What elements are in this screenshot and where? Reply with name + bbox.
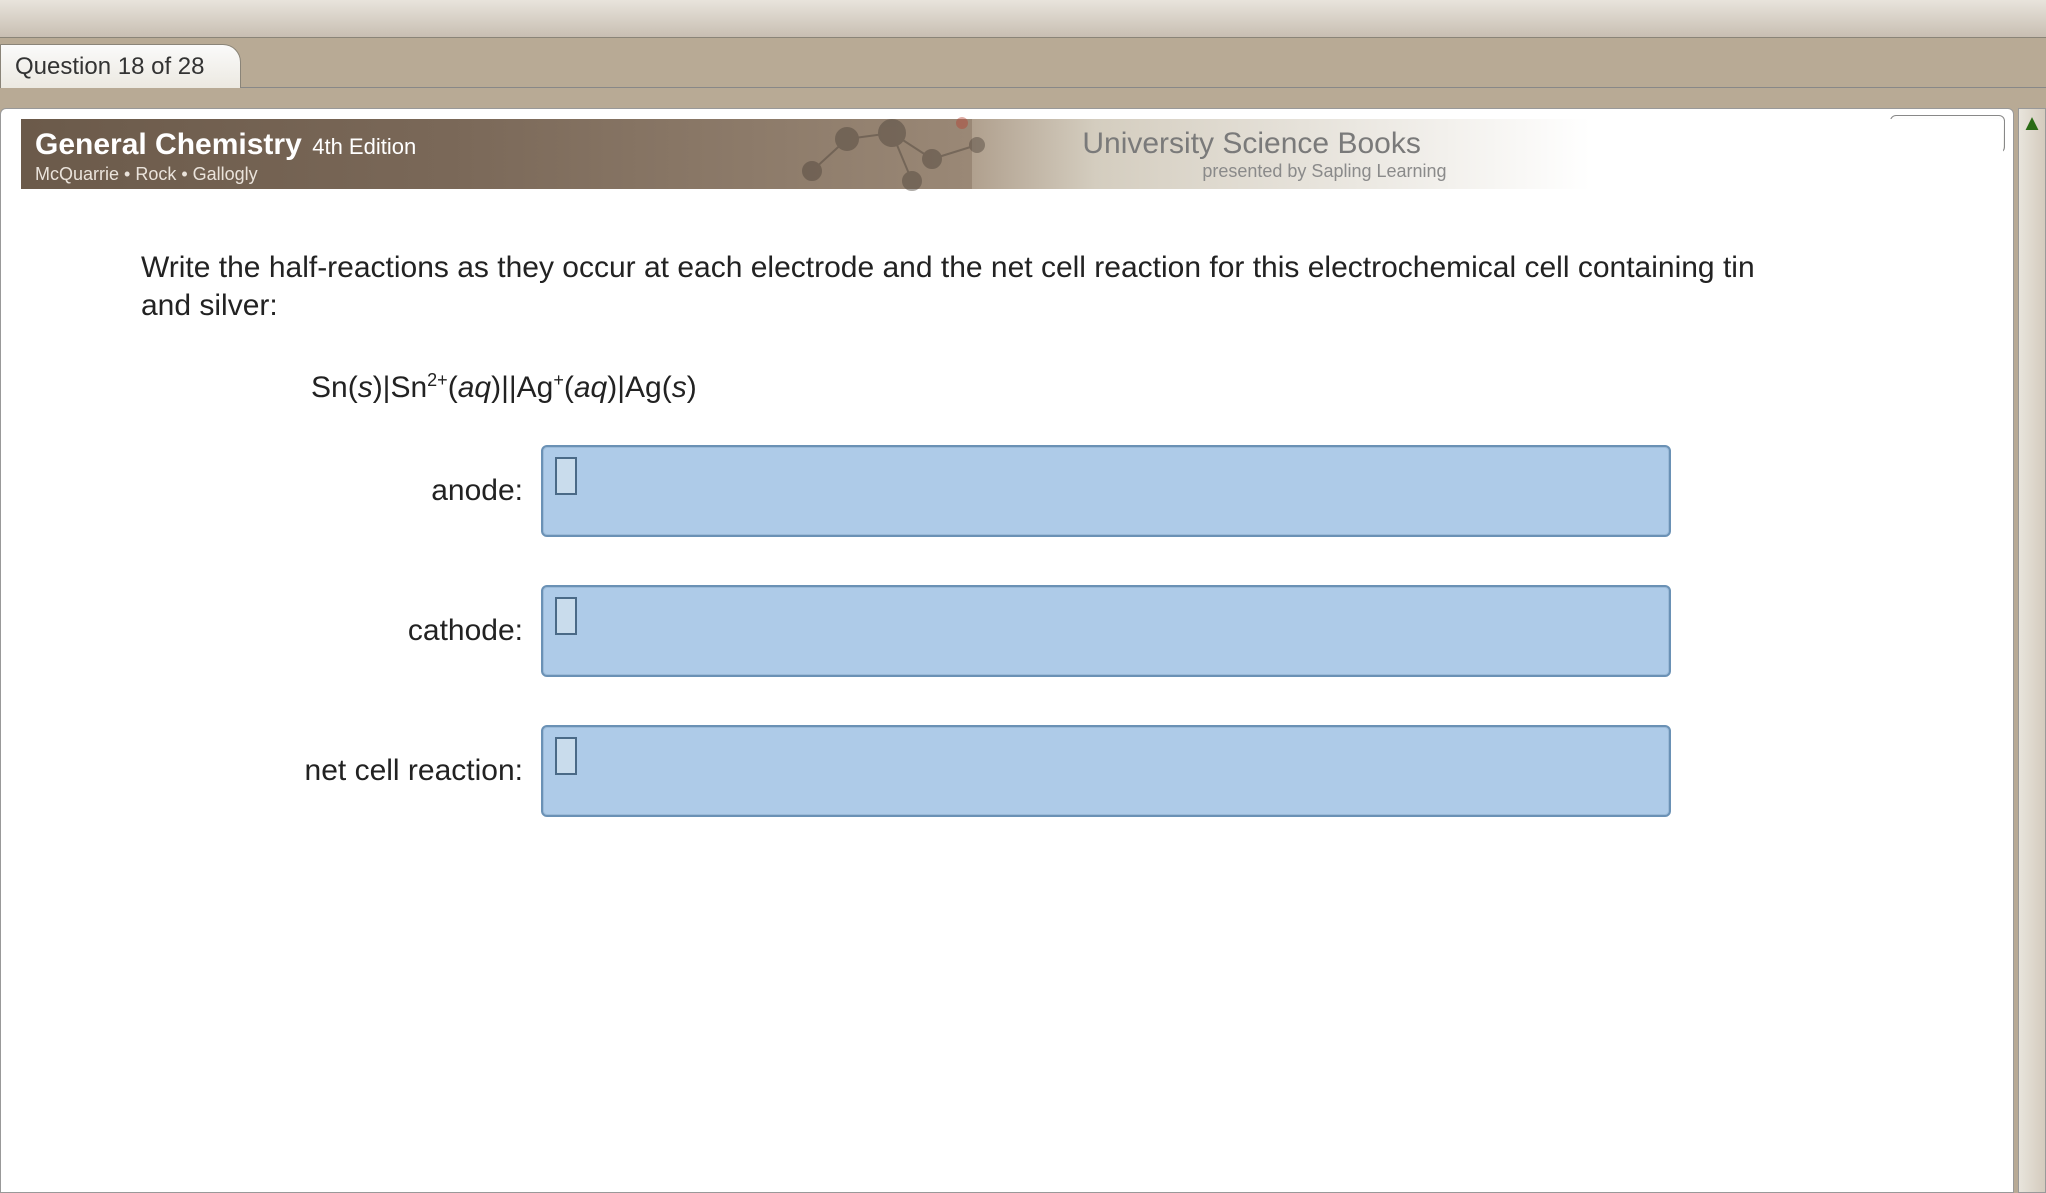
book-edition: 4th Edition	[312, 134, 416, 159]
textbook-banner: General Chemistry 4th Edition McQuarrie …	[21, 119, 2003, 189]
input-cursor-icon	[555, 457, 577, 495]
chevron-up-icon: ▲	[2019, 109, 2045, 137]
field-row-anode: anode:	[141, 445, 1923, 537]
cathode-input[interactable]	[541, 585, 1671, 677]
banner-right: University Science Books presented by Sa…	[972, 119, 2003, 189]
anode-label: anode:	[141, 474, 541, 508]
anode-input[interactable]	[541, 445, 1671, 537]
cathode-label: cathode:	[141, 614, 541, 648]
banner-left: General Chemistry 4th Edition McQuarrie …	[21, 119, 972, 189]
cell-notation: Sn(s)|Sn2+(aq)||Ag+(aq)|Ag(s)	[311, 370, 1923, 405]
content-frame: Map General Chemistry	[0, 108, 2014, 1193]
browser-toolbar	[0, 0, 2046, 38]
field-row-cathode: cathode:	[141, 585, 1923, 677]
publisher-name: University Science Books	[1082, 127, 2003, 161]
tab-label: Question 18 of 28	[15, 53, 204, 81]
scrollbar[interactable]: ▲	[2018, 108, 2046, 1193]
main-area: Map General Chemistry	[0, 88, 2046, 1193]
input-cursor-icon	[555, 737, 577, 775]
book-title: General Chemistry	[35, 128, 302, 161]
input-cursor-icon	[555, 597, 577, 635]
presented-by: presented by Sapling Learning	[1082, 161, 2003, 182]
tab-question[interactable]: Question 18 of 28	[0, 44, 241, 88]
molecule-icon	[792, 111, 1032, 201]
net-label: net cell reaction:	[141, 754, 541, 788]
net-reaction-input[interactable]	[541, 725, 1671, 817]
field-row-net: net cell reaction:	[141, 725, 1923, 817]
question-prompt: Write the half-reactions as they occur a…	[141, 249, 1761, 324]
question-body: Write the half-reactions as they occur a…	[1, 189, 2013, 817]
tab-bar: Question 18 of 28	[0, 38, 2046, 88]
